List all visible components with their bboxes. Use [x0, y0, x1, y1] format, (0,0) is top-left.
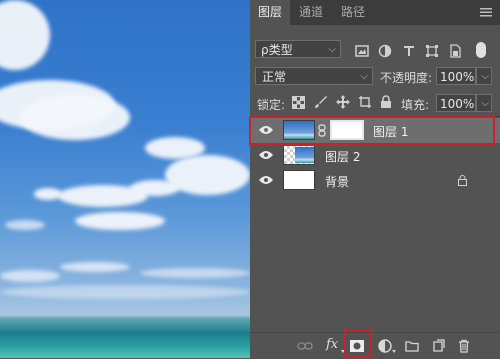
opacity-input[interactable]: 100%	[436, 67, 476, 85]
filter-toggle-switch[interactable]	[476, 42, 486, 58]
lock-transparent-pixels-icon[interactable]	[292, 96, 305, 109]
blend-mode-select[interactable]: 正常 ⌵	[255, 67, 373, 85]
smart-object-filter-icon[interactable]	[448, 44, 462, 58]
fill-input[interactable]: 100%	[436, 94, 476, 112]
pixel-filter-icon[interactable]	[355, 44, 369, 58]
layer-thumbnail[interactable]	[283, 170, 315, 190]
document-canvas[interactable]	[0, 0, 250, 358]
selected-layer-highlight-box	[249, 116, 495, 146]
layer-name[interactable]: 图层 2	[325, 148, 360, 165]
shape-filter-icon[interactable]	[425, 44, 439, 58]
panel-menu-icon[interactable]	[480, 8, 492, 17]
lock-label: 锁定:	[257, 98, 286, 112]
lock-image-pixels-icon[interactable]	[314, 95, 328, 109]
layer-thumbnail-image	[295, 147, 314, 163]
adjustment-filter-icon[interactable]	[378, 44, 392, 58]
chevron-down-icon: ⌵	[328, 44, 336, 55]
fill-dropdown-button[interactable]: ⌵	[476, 94, 492, 112]
eye-visibility-icon[interactable]	[259, 150, 273, 160]
layer-filter-label: ρ类型	[261, 43, 293, 57]
layer-row-layer-2[interactable]: 图层 2	[250, 143, 500, 168]
add-mask-highlight-box	[344, 330, 372, 357]
layer-row-background[interactable]: 背景	[250, 168, 500, 193]
layer-thumbnail[interactable]	[283, 145, 315, 165]
group-folder-icon[interactable]	[405, 339, 419, 353]
lock-all-icon[interactable]	[380, 95, 392, 109]
tab-paths[interactable]: 路径	[334, 0, 372, 25]
lock-icon[interactable]	[458, 175, 467, 186]
trash-icon[interactable]	[457, 339, 471, 353]
chevron-down-icon: ⌵	[481, 98, 489, 109]
lock-artboard-icon[interactable]	[358, 95, 372, 109]
blend-mode-value: 正常	[262, 70, 287, 84]
chevron-down-icon: ⌵	[360, 71, 368, 82]
eye-visibility-icon[interactable]	[259, 175, 273, 185]
panel-tab-bar: 图层 通道 路径	[250, 0, 500, 25]
link-layers-icon[interactable]	[297, 339, 313, 353]
type-filter-icon[interactable]	[402, 44, 416, 58]
panel-bottom-toolbar: fx	[250, 332, 500, 359]
tab-channels[interactable]: 通道	[292, 0, 330, 25]
opacity-label: 不透明度:	[380, 71, 433, 85]
adjustment-dropdown-icon	[392, 350, 396, 353]
adjustment-layer-icon[interactable]	[378, 339, 392, 353]
layer-filter-select[interactable]: ρ类型 ⌵	[255, 40, 341, 58]
fx-icon[interactable]: fx	[326, 337, 338, 352]
fill-value: 100%	[440, 97, 475, 111]
fill-label: 填充:	[401, 98, 430, 112]
new-layer-icon[interactable]	[431, 339, 445, 353]
layer-name[interactable]: 背景	[325, 173, 349, 190]
opacity-dropdown-button[interactable]: ⌵	[476, 67, 492, 85]
lock-position-icon[interactable]	[336, 95, 350, 109]
chevron-down-icon: ⌵	[481, 71, 489, 82]
layers-panel: 图层 通道 路径 ρ类型 ⌵ 正常 ⌵ 不透明度: 100% ⌵ 锁定: 填充:…	[250, 0, 500, 359]
tab-layers[interactable]: 图层	[250, 0, 290, 25]
opacity-value: 100%	[440, 70, 475, 84]
